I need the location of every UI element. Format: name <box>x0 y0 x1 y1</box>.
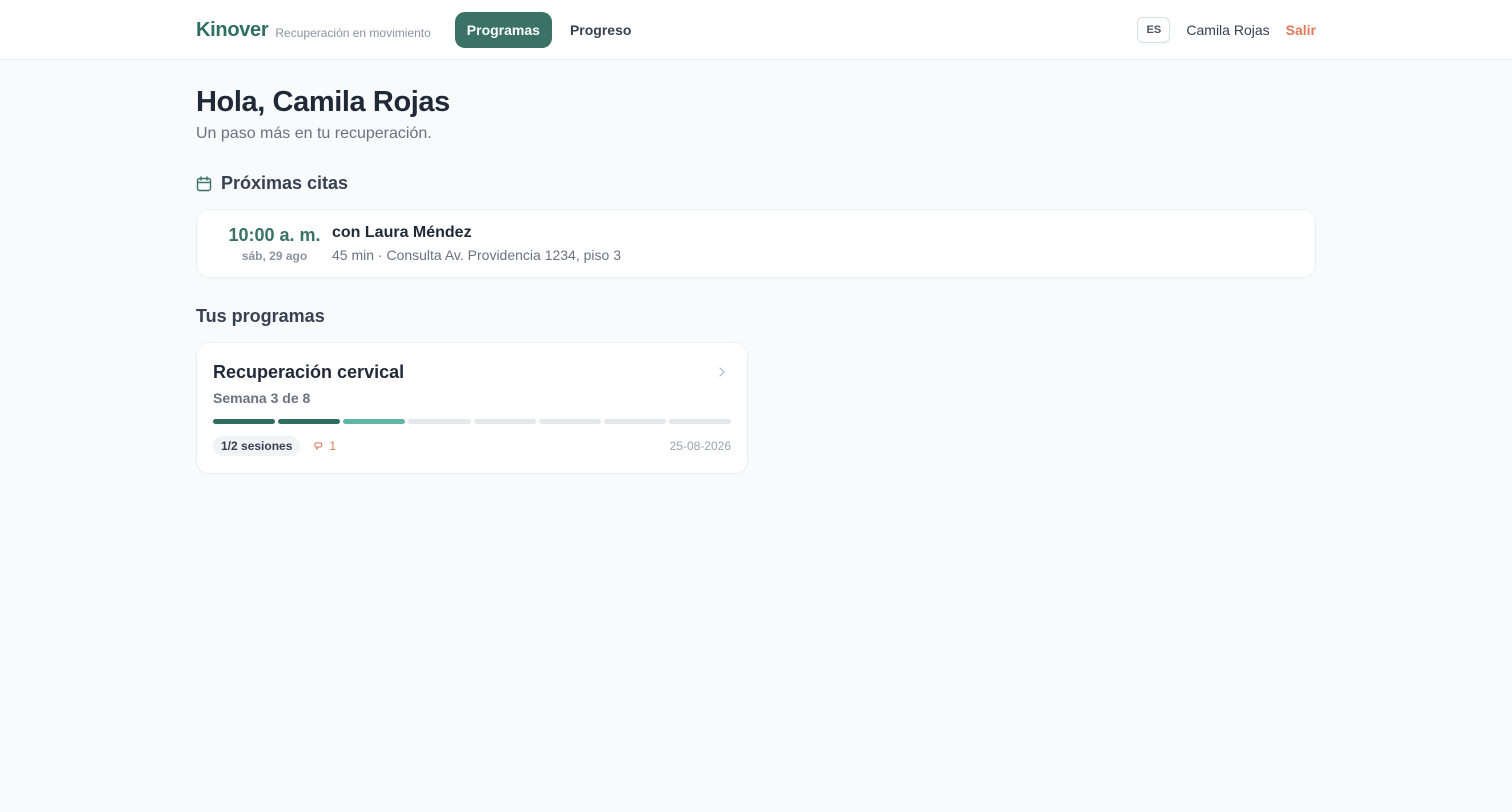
language-switcher-button[interactable]: ES <box>1137 17 1171 43</box>
chevron-right-icon[interactable] <box>717 365 727 379</box>
nav-progress-tab[interactable]: Progreso <box>558 12 643 48</box>
appointment-info: con Laura Méndez 45 min · Consulta Av. P… <box>332 224 621 263</box>
program-card-footer: 1/2 sesiones 1 25-08-2026 <box>213 436 731 456</box>
pain-report-count: 1 <box>329 439 337 453</box>
appointment-therapist: con Laura Méndez <box>332 224 472 241</box>
programs-section-title: Tus programas <box>196 306 325 326</box>
progress-segment-week-8 <box>668 419 731 424</box>
alert-icon <box>314 441 323 450</box>
program-date: 25-08-2026 <box>669 439 731 453</box>
top-navigation-bar: Kinover Recuperación en movimiento Progr… <box>0 0 1512 60</box>
main-nav: Programas Progreso <box>454 12 644 48</box>
program-progress-bar <box>213 419 731 424</box>
user-name: Camila Rojas <box>1186 22 1270 38</box>
program-week: Semana 3 de 8 <box>213 390 311 406</box>
progress-segment-week-2 <box>278 419 341 424</box>
nav-programs-tab[interactable]: Programas <box>454 12 552 48</box>
program-card[interactable]: Recuperación cervical Semana 3 de 8 1/2 … <box>196 342 748 474</box>
top-navigation-content: Kinover Recuperación en movimiento Progr… <box>196 0 1316 60</box>
brand-tagline: Recuperación en movimiento <box>275 26 431 40</box>
progress-segment-week-1 <box>213 419 276 424</box>
appointment-details: 45 min · Consulta Av. Providencia 1234, … <box>332 247 621 263</box>
appointments-section-title: Próximas citas <box>221 173 349 193</box>
progress-segment-week-7 <box>603 419 666 424</box>
appointment-card[interactable]: 10:00 a. m. sáb, 29 ago con Laura Méndez… <box>196 209 1316 278</box>
pain-report-indicator: 1 <box>313 439 336 453</box>
page-subtitle: Un paso más en tu recuperación. <box>196 125 432 142</box>
progress-segment-week-5 <box>473 419 536 424</box>
program-name: Recuperación cervical <box>213 362 405 382</box>
progress-segment-week-3 <box>343 419 406 424</box>
main-content: Hola, Camila Rojas Un paso más en tu rec… <box>196 86 1316 474</box>
brand-logo[interactable]: Kinover <box>196 19 269 42</box>
progress-segment-week-4 <box>408 419 471 424</box>
page-greeting: Hola, Camila Rojas <box>196 86 450 118</box>
appointments-section-header: Próximas citas <box>196 173 1316 194</box>
progress-segment-week-6 <box>538 419 601 424</box>
logout-link[interactable]: Salir <box>1286 22 1316 38</box>
appointment-time: 10:00 a. m. <box>228 224 321 245</box>
sessions-badge: 1/2 sesiones <box>213 436 301 456</box>
appointment-date: sáb, 29 ago <box>241 248 308 263</box>
calendar-icon <box>196 175 212 191</box>
appointment-time-block: 10:00 a. m. sáb, 29 ago <box>217 225 332 263</box>
